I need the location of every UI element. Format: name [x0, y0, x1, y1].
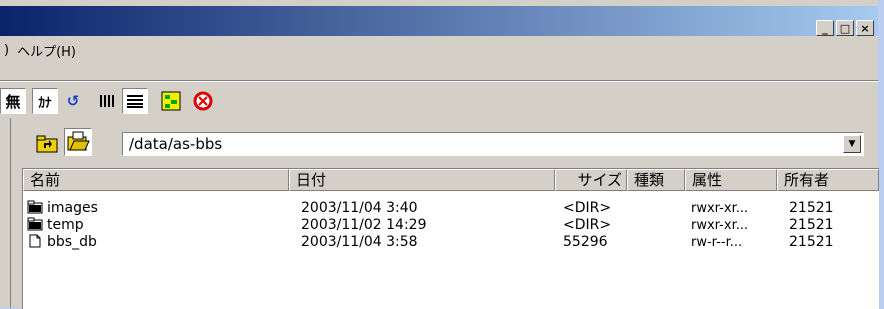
- folder-icon: [27, 200, 43, 214]
- stop-icon: [193, 91, 213, 111]
- file-icon: [29, 234, 41, 248]
- path-bar: /data/as-bbs ▼: [0, 124, 878, 158]
- path-text: /data/as-bbs: [129, 135, 223, 153]
- toolbar: 無 ｶﾅ ↺: [0, 84, 218, 118]
- file-attributes: rw-r--r...: [691, 235, 743, 250]
- chevron-down-icon: ▼: [848, 139, 856, 149]
- column-header-size[interactable]: サイズ: [555, 169, 627, 191]
- list-header: 名前 日付 サイズ 種類 属性 所有者: [23, 169, 879, 191]
- katakana-icon: ｶﾅ: [38, 95, 52, 111]
- file-date: 2003/11/02 14:29: [301, 217, 427, 233]
- path-dropdown-button[interactable]: ▼: [843, 135, 861, 153]
- stop-button[interactable]: [190, 88, 216, 114]
- no-conversion-icon: 無: [5, 92, 21, 111]
- file-owner: 21521: [789, 200, 834, 216]
- file-row[interactable]: bbs_db 2003/11/04 3:58 55296 rw-r--r... …: [23, 234, 879, 251]
- path-input[interactable]: /data/as-bbs ▼: [122, 132, 864, 156]
- file-row[interactable]: images 2003/11/04 3:40 <DIR> rwxr-xr... …: [23, 200, 879, 217]
- file-size: <DIR>: [563, 217, 612, 233]
- file-row[interactable]: temp 2003/11/02 14:29 <DIR> rwxr-xr... 2…: [23, 217, 879, 234]
- file-name: temp: [47, 217, 84, 233]
- column-header-name[interactable]: 名前: [23, 169, 289, 191]
- list-view-button[interactable]: [94, 88, 120, 114]
- detail-view-icon: [127, 95, 143, 108]
- file-size: 55296: [563, 234, 608, 250]
- folder-icon: [27, 217, 43, 231]
- file-name-cell: bbs_db: [27, 234, 97, 251]
- minimize-button[interactable]: _: [816, 20, 834, 36]
- close-button[interactable]: ×: [856, 20, 874, 36]
- katakana-button[interactable]: ｶﾅ: [32, 88, 58, 114]
- toolbar-divider: [0, 80, 878, 82]
- tree-icon: [161, 91, 181, 111]
- list-view-icon: [100, 95, 114, 107]
- column-header-type[interactable]: 種類: [627, 169, 685, 191]
- maximize-button[interactable]: □: [836, 20, 854, 36]
- file-owner: 21521: [789, 234, 834, 250]
- file-attributes: rwxr-xr...: [691, 218, 749, 233]
- detail-view-button[interactable]: [122, 88, 148, 114]
- file-owner: 21521: [789, 217, 834, 233]
- refresh-icon: ↺: [66, 92, 80, 110]
- menu-bar: ) ヘルプ(H): [0, 38, 80, 62]
- file-date: 2003/11/04 3:58: [301, 234, 418, 250]
- file-name: bbs_db: [47, 234, 97, 250]
- title-bar[interactable]: _ □ ×: [0, 6, 878, 36]
- file-attributes: rwxr-xr...: [691, 201, 749, 216]
- column-header-date[interactable]: 日付: [289, 169, 555, 191]
- column-header-attributes[interactable]: 属性: [685, 169, 777, 191]
- file-name-cell: images: [27, 200, 98, 217]
- refresh-button[interactable]: ↺: [60, 88, 86, 114]
- open-folder-icon: [67, 131, 90, 151]
- file-date: 2003/11/04 3:40: [301, 200, 418, 216]
- folder-up-icon: [36, 135, 58, 153]
- no-conversion-button[interactable]: 無: [0, 88, 26, 114]
- file-list[interactable]: 名前 日付 サイズ 種類 属性 所有者 images 2003/11/04 3:…: [22, 168, 879, 309]
- menu-item-help[interactable]: ヘルプ(H): [13, 41, 80, 60]
- ftp-client-window: _ □ × ) ヘルプ(H) 無 ｶﾅ ↺ /data/as-bbs ▼ 名前 …: [0, 0, 879, 309]
- file-name-cell: temp: [27, 217, 84, 234]
- file-size: <DIR>: [563, 200, 612, 216]
- parent-folder-button[interactable]: [34, 132, 60, 158]
- tree-button[interactable]: [158, 88, 184, 114]
- menu-item-partial[interactable]: ): [0, 43, 13, 58]
- file-name: images: [47, 200, 98, 216]
- open-folder-button[interactable]: [64, 128, 92, 156]
- column-header-owner[interactable]: 所有者: [777, 169, 879, 191]
